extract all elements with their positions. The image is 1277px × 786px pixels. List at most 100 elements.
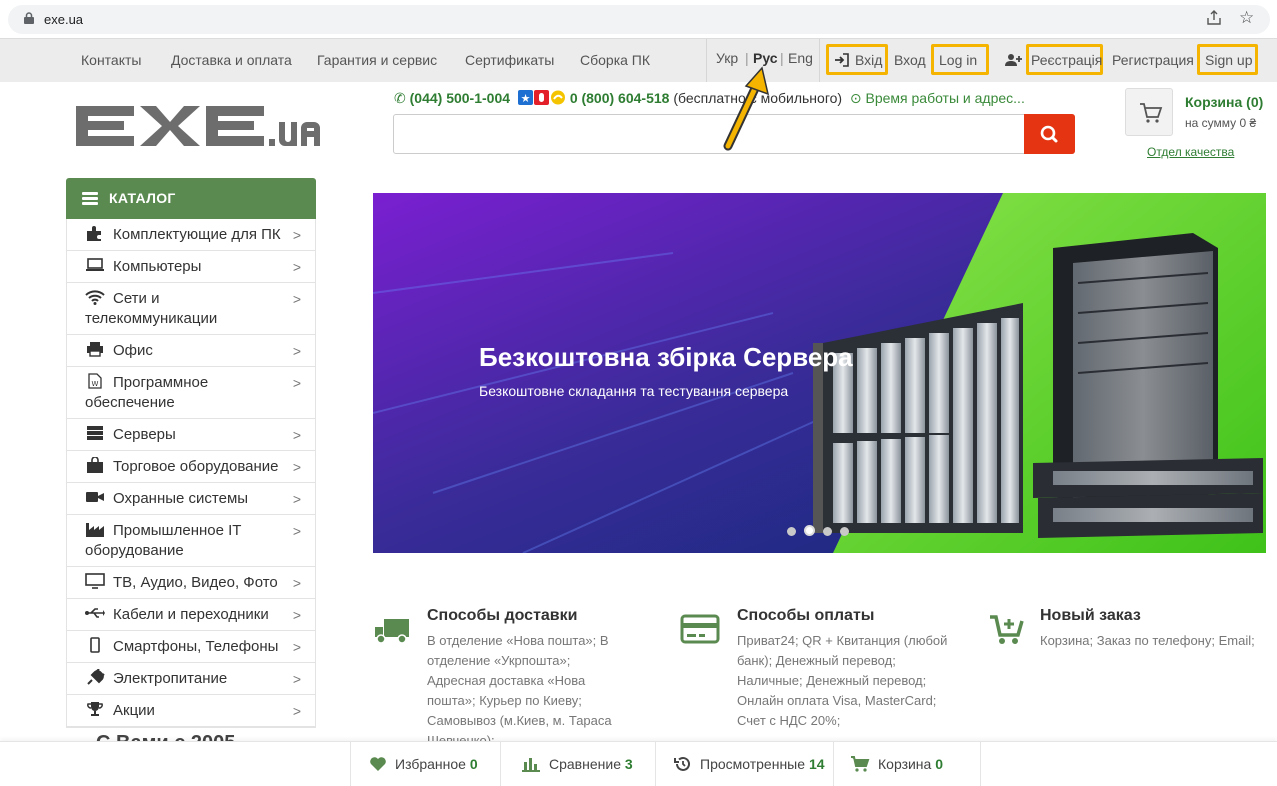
catalog-item-servers[interactable]: Серверы > [67, 419, 315, 451]
login-ru-link[interactable]: Вход [894, 52, 926, 68]
chevron-right-icon: > [292, 523, 301, 539]
catalog-item-label: Серверы [113, 426, 176, 443]
phone-line: ✆ (044) 500-1-004 ★ 0 (800) 604-518 (бес… [394, 90, 1025, 108]
search-input[interactable] [394, 115, 1024, 153]
slider-dot-active[interactable] [804, 525, 815, 536]
catalog-header[interactable]: КАТАЛОГ [66, 178, 316, 219]
register-ru-link[interactable]: Регистрация [1112, 52, 1194, 68]
catalog-item-office[interactable]: Офис > [67, 335, 315, 367]
viewed-button[interactable]: Просмотренные 14 [655, 742, 833, 786]
compare-count: 3 [624, 756, 633, 772]
catalog-item-security[interactable]: Охранные системы > [67, 483, 315, 515]
compare-button[interactable]: Сравнение 3 [500, 742, 655, 786]
promo-banner[interactable]: Безкоштовна збірка Сервера Безкоштовне с… [373, 193, 1266, 553]
slider-dot[interactable] [787, 527, 796, 536]
banner-title: Безкоштовна збірка Сервера [479, 342, 853, 372]
delivery-title[interactable]: Способы доставки [427, 607, 632, 625]
catalog-item-networks[interactable]: Сети и телекоммуникации > [67, 283, 315, 335]
catalog-item-software[interactable]: W Программное обеспечение > [67, 367, 315, 419]
banner-subtitle: Безкоштовне складання та тестування серв… [479, 383, 789, 399]
catalog-item-label: Промышленное IT оборудование [85, 522, 242, 559]
slider-dot[interactable] [823, 527, 832, 536]
catalog-item-label: Охранные системы [113, 490, 249, 507]
factory-icon [86, 523, 104, 537]
order-title[interactable]: Новый заказ [1040, 607, 1265, 625]
nav-certificates[interactable]: Сертификаты [465, 52, 554, 68]
catalog-item-label: Кабели и переходники [113, 606, 269, 623]
chevron-right-icon: > [292, 259, 301, 275]
share-icon[interactable] [1205, 9, 1223, 27]
puzzle-icon [87, 226, 101, 241]
url-pill[interactable] [8, 5, 1270, 34]
catalog-item-trade[interactable]: Торговое оборудование > [67, 451, 315, 483]
register-ua-link[interactable]: Реєстрація [1031, 52, 1102, 68]
login-en-link[interactable]: Log in [939, 52, 977, 68]
sign-in-icon [835, 53, 849, 67]
catalog-item-cables[interactable]: Кабели и переходники > [67, 599, 315, 631]
viewed-count: 14 [808, 756, 825, 772]
login-ua-link[interactable]: Вхід [855, 52, 882, 68]
catalog-item-tv[interactable]: ТВ, Аудио, Видео, Фото > [67, 567, 315, 599]
catalog-item-label: Офис [113, 342, 153, 359]
chevron-right-icon: > [292, 459, 301, 475]
slider-dot[interactable] [840, 527, 849, 536]
cart-title[interactable]: Корзина (0) [1185, 94, 1263, 110]
chevron-right-icon: > [292, 607, 301, 623]
catalog-item-industrial[interactable]: Промышленное IT оборудование > [67, 515, 315, 567]
exe-logo[interactable] [76, 102, 320, 150]
bookmark-star-icon[interactable]: ☆ [1239, 8, 1254, 28]
cart-sum: на сумму 0 ₴ [1185, 116, 1257, 130]
nav-delivery[interactable]: Доставка и оплата [171, 52, 292, 68]
credit-card-icon [680, 614, 720, 644]
history-icon [674, 756, 690, 771]
order-text: Корзина; Заказ по телефону; Email; [1040, 633, 1255, 648]
wifi-icon [85, 290, 105, 305]
chevron-right-icon: > [292, 291, 301, 307]
heart-icon [370, 757, 386, 771]
chevron-right-icon: > [292, 703, 301, 719]
clock-icon: ⊙ [845, 90, 862, 106]
bar-chart-icon [522, 758, 540, 772]
shopping-bag-icon [87, 457, 103, 473]
compare-label: Сравнение [549, 756, 621, 772]
cart-icon [1140, 103, 1163, 123]
catalog-item-computers[interactable]: Компьютеры > [67, 251, 315, 283]
quality-link[interactable]: Отдел качества [1147, 145, 1234, 159]
catalog-item-power[interactable]: Электропитание > [67, 663, 315, 695]
catalog-item-label: Электропитание [113, 670, 228, 687]
hours-link[interactable]: Время работы и адрес... [865, 90, 1024, 106]
word-file-icon: W [88, 373, 102, 389]
url-text[interactable]: exe.ua [44, 12, 83, 27]
catalog-item-label: Торговое оборудование [113, 458, 279, 475]
viewed-label: Просмотренные [700, 756, 806, 772]
search-button[interactable] [1024, 114, 1075, 154]
catalog-item-phones[interactable]: Смартфоны, Телефоны > [67, 631, 315, 663]
phone-icon: ✆ [394, 90, 406, 106]
browser-address-bar: exe.ua ☆ [0, 0, 1277, 39]
laptop-icon [86, 258, 104, 271]
payment-title[interactable]: Способы оплаты [737, 607, 962, 625]
nav-warranty[interactable]: Гарантия и сервис [317, 52, 437, 68]
server-icon [87, 426, 103, 440]
phone-kyiv[interactable]: (044) 500-1-004 [410, 90, 510, 106]
cart-icon [851, 756, 870, 772]
nav-pc-build[interactable]: Сборка ПК [580, 52, 650, 68]
bottom-cart-button[interactable]: Корзина 0 [833, 742, 981, 786]
favorites-button[interactable]: Избранное 0 [350, 742, 500, 786]
catalog-item-promo[interactable]: Акции > [67, 695, 315, 727]
cart-button[interactable] [1125, 88, 1173, 136]
truck-icon [375, 619, 409, 644]
annotation-arrow-icon [723, 66, 770, 151]
nav-contacts[interactable]: Контакты [81, 52, 141, 68]
lang-eng[interactable]: Eng [788, 50, 813, 66]
catalog-item-pc-parts[interactable]: Комплектующие для ПК > [67, 219, 315, 251]
catalog-list: Комплектующие для ПК > Компьютеры > Сети и… [66, 219, 316, 728]
bottom-bar: Избранное 0 Сравнение 3 Просмотренные 14… [0, 741, 1277, 786]
register-en-link[interactable]: Sign up [1205, 52, 1252, 68]
lock-icon [24, 12, 34, 24]
trophy-icon [87, 702, 103, 716]
phone-free[interactable]: 0 (800) 604-518 [570, 90, 670, 106]
svg-text:W: W [92, 380, 99, 388]
order-block: Новый заказ Корзина; Заказ по телефону; … [1040, 607, 1265, 651]
search-icon [1040, 125, 1058, 143]
